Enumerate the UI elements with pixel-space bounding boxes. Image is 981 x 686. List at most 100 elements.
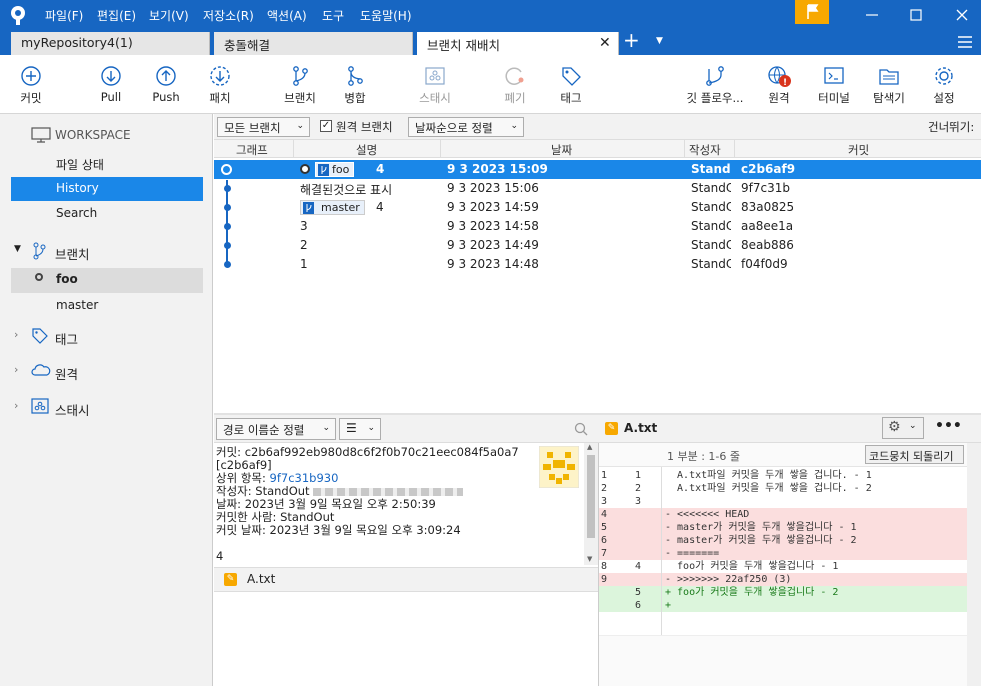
menu-file[interactable]: 파일(F) <box>45 7 83 24</box>
head-marker-icon <box>300 164 310 174</box>
table-row[interactable]: 2 9 3 2023 14:49 StandC 8eab886 <box>214 236 981 255</box>
sidebar-group-remotes[interactable]: › 원격 <box>11 360 203 384</box>
table-row[interactable]: 해결된것으로 표시 9 3 2023 15:06 StandC 9f7c31b <box>214 179 981 198</box>
tab-repository[interactable]: myRepository4(1) <box>11 32 210 55</box>
old-line-number: 7 <box>601 548 608 559</box>
details-scrollbar[interactable]: ▲ ▼ <box>584 443 598 565</box>
commit-hash: 83a0825 <box>741 200 795 214</box>
sidebar-group-stashes[interactable]: › 스태시 <box>11 396 203 420</box>
hamburger-menu-icon[interactable] <box>957 35 973 49</box>
path-sort-dropdown[interactable]: 경로 이름순 정렬 ⌄ <box>216 418 336 440</box>
explorer-button[interactable]: 탐색기 <box>866 55 912 114</box>
gitflow-button[interactable]: 깃 플로우... <box>682 55 748 114</box>
branch-filter-dropdown[interactable]: 모든 브랜치 ⌄ <box>217 117 310 137</box>
scrollbar-thumb[interactable] <box>587 455 595 538</box>
patch-button[interactable]: 패치 <box>197 55 243 114</box>
sidebar-group-tags[interactable]: › 태그 <box>11 325 203 349</box>
branch-label-foo-text: foo <box>332 163 350 176</box>
diff-options-dropdown[interactable]: ⚙ ⌄ <box>882 417 924 439</box>
commit-description: 1 <box>300 257 308 271</box>
author-column-header[interactable]: 작성자 <box>689 142 721 158</box>
diff-line: 2 2 A.txt파일 커밋을 두개 쌓을 겁니다. - 2 <box>599 482 967 495</box>
commit-date: 9 3 2023 14:59 <box>447 200 539 214</box>
new-line-number: 5 <box>634 587 641 598</box>
commit-description: 4 <box>376 162 385 176</box>
chevron-right-icon: › <box>14 363 19 376</box>
file-list-item[interactable]: ✎ A.txt <box>214 567 598 592</box>
sidebar-branch-foo[interactable]: foo <box>11 268 203 293</box>
table-row[interactable]: master 4 9 3 2023 14:59 StandC 83a0825 <box>214 198 981 217</box>
tab-list-icon[interactable]: ▼ <box>656 36 663 46</box>
sidebar-group-branches[interactable]: ▼ 브랜치 <box>11 240 203 264</box>
discard-button[interactable]: 폐기 <box>492 55 538 114</box>
pull-label: Pull <box>100 90 122 104</box>
pull-button[interactable]: Pull <box>88 55 134 114</box>
sourcetree-logo-icon <box>11 6 25 25</box>
commit-message: 4 <box>216 549 224 563</box>
commit-hash: c2b6af9 <box>741 162 796 176</box>
diff-scrollbar[interactable] <box>967 443 981 686</box>
graph-node <box>224 185 231 192</box>
sort-dropdown[interactable]: 날짜순으로 정렬 ⌄ <box>408 117 524 137</box>
terminal-button[interactable]: 터미널 <box>811 55 857 114</box>
diff-empty-area <box>599 635 967 686</box>
table-row[interactable]: foo 4 9 3 2023 15:09 StandC c2b6af9 <box>214 160 981 179</box>
tab-rebase[interactable]: 브랜치 재배치 ✕ <box>417 32 619 55</box>
branch-button[interactable]: 브랜치 <box>277 55 323 114</box>
scroll-down-icon[interactable]: ▼ <box>587 555 592 563</box>
minimize-icon[interactable] <box>865 8 879 22</box>
table-row[interactable]: 3 9 3 2023 14:58 StandC aa8ee1a <box>214 217 981 236</box>
commit-date: 9 3 2023 15:09 <box>447 162 548 176</box>
jump-to-label: 건너뛰기: <box>928 120 975 134</box>
globe-icon: ! <box>768 66 791 87</box>
search-icon[interactable] <box>574 422 588 436</box>
pull-icon <box>101 66 121 86</box>
stash-button[interactable]: 스태시 <box>412 55 458 114</box>
new-tab-icon[interactable]: + <box>623 28 640 52</box>
remotes-label: 원격 <box>55 367 79 382</box>
svg-text:!: ! <box>783 78 787 87</box>
sidebar-item-history[interactable]: History <box>11 177 203 201</box>
new-line-number: 1 <box>634 470 641 481</box>
diff-line: 6 - master가 커밋을 두개 쌓을겁니다 - 2 <box>599 534 967 547</box>
merge-button[interactable]: 병합 <box>332 55 378 114</box>
flag-button[interactable] <box>795 0 829 24</box>
settings-button[interactable]: 설정 <box>921 55 967 114</box>
remote-button[interactable]: ! 원격 <box>756 55 802 114</box>
close-icon[interactable] <box>955 8 969 22</box>
tab-conflict[interactable]: 충돌해결 <box>214 32 413 55</box>
diff-line-text: - >>>>>>> 22af250 (3) <box>665 574 792 585</box>
menu-view[interactable]: 보기(V) <box>149 7 189 24</box>
diff-line: 6 + <box>599 599 967 612</box>
date-column-header[interactable]: 날짜 <box>551 142 572 158</box>
tab-rebase-label: 브랜치 재배치 <box>427 38 500 53</box>
sidebar-item-file-status[interactable]: 파일 상태 <box>11 152 203 176</box>
menu-repository[interactable]: 저장소(R) <box>203 7 254 24</box>
sidebar: WORKSPACE 파일 상태 History Search ▼ 브랜치 foo… <box>0 114 213 686</box>
description-column-header[interactable]: 설명 <box>356 142 377 158</box>
old-line-number: 9 <box>601 574 608 585</box>
table-row[interactable]: 1 9 3 2023 14:48 StandC f04f0d9 <box>214 255 981 274</box>
maximize-icon[interactable] <box>909 8 923 22</box>
menu-actions[interactable]: 액션(A) <box>267 7 307 24</box>
view-mode-dropdown[interactable]: ☰ ⌄ <box>339 418 381 440</box>
sidebar-branch-master[interactable]: master <box>11 294 203 318</box>
commit-column-header[interactable]: 커밋 <box>848 142 869 158</box>
remote-branches-checkbox[interactable]: ✓ <box>320 120 332 132</box>
commit-button[interactable]: 커밋 <box>8 55 54 114</box>
menu-tools[interactable]: 도구 <box>322 7 344 24</box>
tag-button[interactable]: 태그 <box>548 55 594 114</box>
graph-column-header[interactable]: 그래프 <box>236 142 268 158</box>
sidebar-item-search[interactable]: Search <box>11 202 203 226</box>
more-options-icon[interactable]: ••• <box>935 418 962 434</box>
old-line-number: 4 <box>601 509 608 520</box>
revert-hunk-button[interactable]: 코드뭉치 되돌리기 <box>865 445 964 464</box>
parent-hash-link[interactable]: 9f7c31b930 <box>270 471 339 485</box>
tab-close-icon[interactable]: ✕ <box>599 35 611 51</box>
cloud-icon <box>31 364 51 376</box>
menu-help[interactable]: 도움말(H) <box>360 7 412 24</box>
scroll-up-icon[interactable]: ▲ <box>587 443 592 451</box>
push-button[interactable]: Push <box>143 55 189 114</box>
menu-edit[interactable]: 편집(E) <box>97 7 136 24</box>
commit-date: 9 3 2023 15:06 <box>447 181 539 195</box>
